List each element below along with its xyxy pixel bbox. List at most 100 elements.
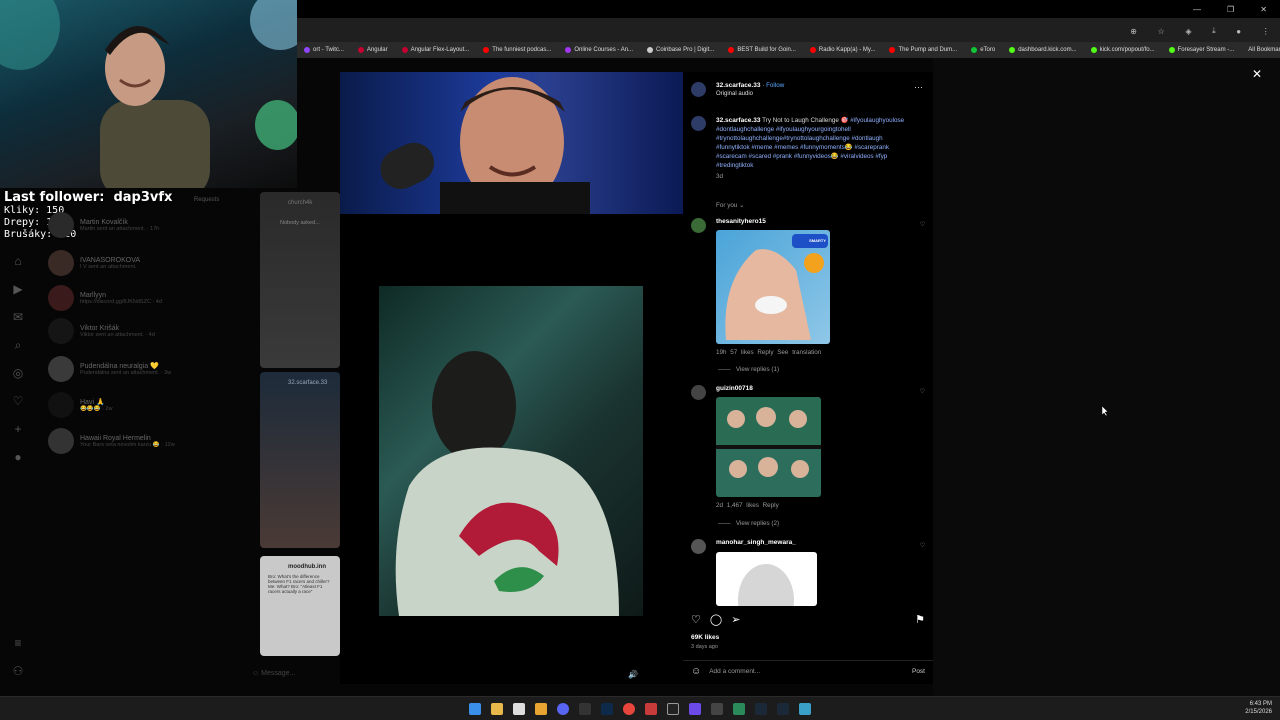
all-bookmarks[interactable]: All Bookmarks: [1241, 47, 1280, 53]
more-menu-icon[interactable]: ≡: [11, 636, 25, 650]
bookmark-item[interactable]: Online Courses - An...: [558, 47, 640, 53]
star-icon[interactable]: ☆: [1158, 27, 1165, 36]
view-replies[interactable]: —— View replies (2): [718, 520, 779, 527]
bookmark-item[interactable]: ort - Twitc...: [297, 47, 351, 53]
feed-card[interactable]: church4k Nobody asked...: [260, 192, 340, 368]
dm-item[interactable]: Havi 🙏 😂😂😂 · 2w: [48, 392, 112, 418]
chrome-icon[interactable]: [623, 703, 635, 715]
comment-like-icon[interactable]: ♡: [920, 542, 925, 549]
dm-item[interactable]: Viktor Krišák Viktor sent an attachment. …: [48, 318, 155, 344]
save-icon[interactable]: ⚑: [915, 613, 925, 626]
reel-video-player[interactable]: 🔊: [340, 72, 683, 684]
author-avatar[interactable]: [691, 82, 706, 97]
bookmark-item[interactable]: dashboard.kick.com...: [1002, 47, 1083, 53]
bookmark-item[interactable]: Radio Kapp(a) - My...: [803, 47, 883, 53]
messages-icon[interactable]: ✉: [11, 310, 25, 324]
menu-icon[interactable]: ⋮: [1262, 27, 1270, 36]
view-replies[interactable]: —— View replies (1): [718, 366, 779, 373]
bookmark-item[interactable]: kick.com/popout/fo...: [1084, 47, 1162, 53]
comment-like-icon[interactable]: ♡: [920, 221, 925, 228]
comment-sort-dropdown[interactable]: For you ⌄: [716, 202, 744, 209]
steam-icon[interactable]: [755, 703, 767, 715]
bookmark-item[interactable]: Angular Flex-Layout...: [395, 47, 477, 53]
profile-icon[interactable]: ●: [11, 450, 25, 464]
emoji-icon[interactable]: ☺: [691, 666, 701, 677]
author-avatar[interactable]: [691, 116, 706, 131]
reels-icon[interactable]: ▶: [11, 282, 25, 296]
app-icon[interactable]: [799, 703, 811, 715]
app-icon[interactable]: [645, 703, 657, 715]
volume-icon[interactable]: 🔊: [627, 670, 639, 682]
steam-icon[interactable]: [777, 703, 789, 715]
feed-card[interactable]: 32.scarface.33: [260, 372, 340, 548]
notifications-icon[interactable]: ♡: [11, 394, 25, 408]
bookmark-item[interactable]: Foresayer Stream -...: [1162, 47, 1242, 53]
reply-button[interactable]: Reply: [763, 502, 779, 509]
like-icon[interactable]: ♡: [691, 613, 701, 626]
threads-icon[interactable]: ⚇: [11, 664, 25, 678]
create-icon[interactable]: +: [11, 422, 25, 436]
bookmark-item[interactable]: Angular: [351, 47, 395, 53]
home-icon[interactable]: ⌂: [11, 254, 25, 268]
emoji-icon[interactable]: ☺: [252, 670, 259, 677]
comment-image[interactable]: SMARTY: [716, 230, 830, 344]
dm-item[interactable]: Martin Kovalčík Martin sent an attachment…: [48, 212, 159, 238]
see-translation-link[interactable]: See translation: [777, 349, 821, 356]
comment-username[interactable]: thesanityhero15: [716, 218, 766, 225]
comment-image[interactable]: [716, 397, 821, 497]
install-icon[interactable]: ⊕: [1130, 27, 1137, 36]
app-icon[interactable]: [513, 703, 525, 715]
discord-icon[interactable]: [557, 703, 569, 715]
photoshop-icon[interactable]: [601, 703, 613, 715]
comment-image[interactable]: [716, 552, 817, 606]
reply-button[interactable]: Reply: [757, 349, 773, 356]
bookmark-item[interactable]: BEST Build for Goin...: [721, 47, 803, 53]
likes-count[interactable]: 69K likes: [691, 634, 719, 641]
comment-likes[interactable]: 57 likes: [730, 349, 753, 356]
bookmark-item[interactable]: The funniest podcas...: [476, 47, 558, 53]
system-tray[interactable]: 6:43 PM 2/15/2026: [1245, 700, 1272, 716]
follow-button[interactable]: Follow: [766, 82, 784, 89]
download-icon[interactable]: ⤓: [1212, 26, 1216, 36]
comment-username[interactable]: manohar_singh_mewara_: [716, 539, 796, 546]
minimize-icon[interactable]: —: [1193, 5, 1201, 14]
commenter-avatar[interactable]: [691, 539, 706, 554]
author-username[interactable]: 32.scarface.33: [716, 82, 760, 89]
share-icon[interactable]: ➢: [731, 613, 740, 626]
comment-username[interactable]: guizin00718: [716, 385, 753, 392]
app-icon[interactable]: [733, 703, 745, 715]
audio-label[interactable]: Original audio: [716, 91, 784, 97]
dm-item[interactable]: Pudendálna neuralgia 💛 Pudendálna sent an…: [48, 356, 171, 382]
file-explorer-icon[interactable]: [491, 703, 503, 715]
dim-backdrop[interactable]: [933, 58, 1280, 696]
dm-item[interactable]: Marllyyn https://discord.gg/8JKNdSZC · 4d: [48, 285, 162, 311]
dm-item[interactable]: IVANASOROKOVA I V sent an attachment.: [48, 250, 140, 276]
commenter-avatar[interactable]: [691, 218, 706, 233]
close-modal-icon[interactable]: ✕: [1252, 67, 1262, 81]
comment-icon[interactable]: ◯: [710, 613, 722, 626]
profile-avatar[interactable]: ●: [1236, 27, 1241, 36]
comment-likes[interactable]: 1,467 likes: [727, 502, 759, 509]
requests-link[interactable]: Requests: [194, 197, 219, 203]
app-icon[interactable]: [689, 703, 701, 715]
maximize-icon[interactable]: ❐: [1227, 5, 1234, 14]
bookmark-item[interactable]: The Pump and Dum...: [882, 47, 964, 53]
comment-like-icon[interactable]: ♡: [920, 388, 925, 395]
app-icon[interactable]: [711, 703, 723, 715]
commenter-avatar[interactable]: [691, 385, 706, 400]
caption-hashtags[interactable]: #ifyoulaughyoulose #dontlaughchallenge #…: [716, 117, 904, 169]
comment-input[interactable]: Add a comment...: [709, 668, 904, 675]
close-window-icon[interactable]: ✕: [1260, 5, 1267, 14]
app-icon[interactable]: [667, 703, 679, 715]
app-icon[interactable]: [535, 703, 547, 715]
search-icon[interactable]: ⌕: [11, 338, 25, 352]
explore-icon[interactable]: ◎: [11, 366, 25, 380]
post-comment-button[interactable]: Post: [912, 668, 925, 675]
start-icon[interactable]: [469, 703, 481, 715]
dm-item[interactable]: Hawaii Royal Hermelin Your Bars veta nevo…: [48, 428, 175, 454]
more-options-icon[interactable]: ⋯: [914, 82, 923, 93]
feed-card[interactable]: moodhub.inn Bro: What's the difference b…: [260, 556, 340, 656]
bookmark-item[interactable]: eToro: [964, 47, 1002, 53]
extension-icon[interactable]: ◈: [1185, 27, 1191, 36]
caption-username[interactable]: 32.scarface.33: [716, 117, 760, 124]
